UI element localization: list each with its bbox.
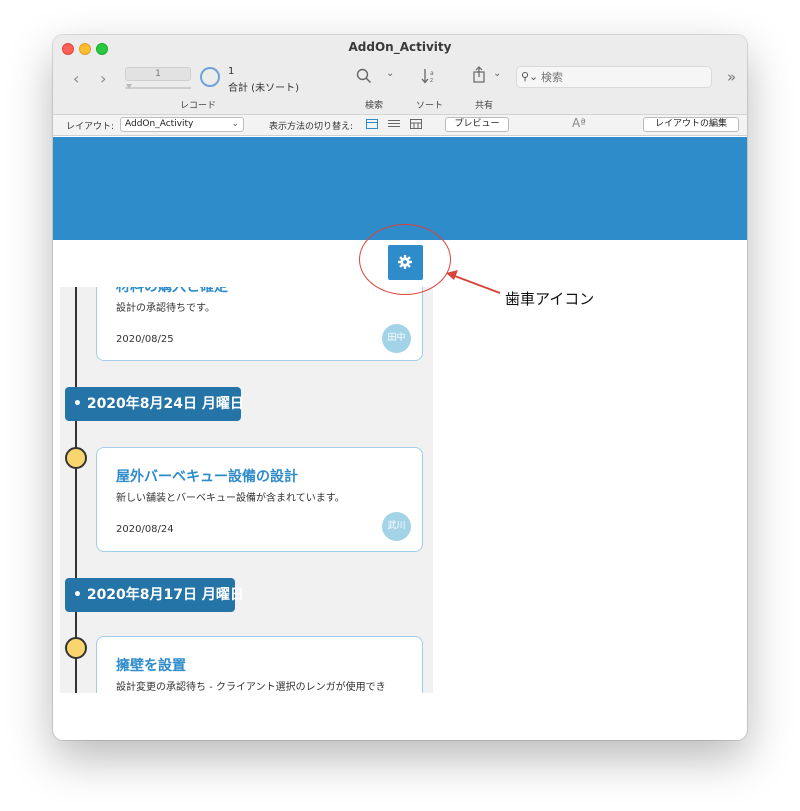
text-formatting-icon[interactable]: Aª [572,116,586,130]
timeline-card[interactable]: 擁壁を設置 設計変更の承認待ち - クライアント選択のレンガが使用でき [96,636,423,693]
search-icon[interactable] [356,68,372,88]
assignee-avatar: 田中 [382,324,411,353]
quick-find-icon: ⚲⌄ [521,70,539,83]
share-label: 共有 [475,101,494,111]
record-slider-thumb[interactable] [126,84,132,90]
svg-text:a: a [430,70,434,77]
share-icon[interactable] [472,66,486,88]
timeline-card[interactable]: 材料の購入と確定 設計の承認待ちです。 2020/08/25 田中 [96,287,423,361]
list-view-icon[interactable] [388,119,400,129]
search-label: 検索 [365,101,384,111]
card-title[interactable]: 材料の購入と確定 [116,287,228,296]
view-switch-label: 表示方法の切り替え: [269,122,354,132]
toolbar-overflow-icon[interactable]: » [727,68,736,86]
edit-layout-button[interactable]: レイアウトの編集 [643,117,739,132]
current-record-field[interactable]: 1 [125,67,191,81]
toolbar: AddOn_Activity ‹ › 1 レコード 1 合計 (未ソート) ⌄ … [53,35,747,115]
record-pie-chart-icon [200,67,220,87]
window-title: AddOn_Activity [348,40,452,54]
record-slider[interactable] [125,87,191,89]
timeline-card[interactable]: 屋外バーベキュー設備の設計 新しい舗装とバーベキュー設備が含まれています。 20… [96,447,423,552]
record-count: 1 [228,66,235,77]
layout-select-value: AddOn_Activity [125,119,194,129]
sort-icon[interactable]: az [421,67,437,89]
app-window: AddOn_Activity ‹ › 1 レコード 1 合計 (未ソート) ⌄ … [53,35,747,740]
annotation-arrow-icon [446,270,501,294]
card-description: 新しい舗装とバーベキュー設備が含まれています。 [116,493,345,504]
date-chip: • 2020年8月24日 月曜日 [65,387,244,421]
table-view-icon[interactable] [410,119,422,129]
sort-label: ソート [416,101,444,111]
assignee-avatar: 武川 [382,512,411,541]
timeline-dot [65,447,87,469]
annotation-highlight-ellipse [359,224,451,295]
card-description: 設計の承認待ちです。 [116,303,215,314]
card-date: 2020/08/24 [116,524,174,535]
quick-find-box[interactable]: ⚲⌄ [516,66,712,88]
layout-bar: レイアウト: AddOn_Activity ⌄ 表示方法の切り替え: プレビュー… [53,115,747,136]
record-label: レコード [180,101,217,111]
card-date: 2020/08/25 [116,334,174,345]
next-record-icon[interactable]: › [100,69,106,88]
search-options-chevron-icon[interactable]: ⌄ [386,68,394,79]
card-title[interactable]: 屋外バーベキュー設備の設計 [116,466,298,486]
card-title[interactable]: 擁壁を設置 [116,655,186,675]
date-chip: • 2020年8月17日 月曜日 [65,578,244,612]
preview-button[interactable]: プレビュー [445,117,509,132]
timeline-dot [65,637,87,659]
record-total: 合計 (未ソート) [228,83,299,94]
select-chevron-icon: ⌄ [231,119,239,129]
layout-select[interactable]: AddOn_Activity ⌄ [120,117,244,132]
card-description: 設計変更の承認待ち - クライアント選択のレンガが使用でき [116,682,386,693]
previous-record-icon[interactable]: ‹ [73,69,79,88]
timeline-line [75,287,77,693]
svg-text:z: z [430,77,433,84]
quick-find-input[interactable] [541,70,701,84]
annotation-label: 歯車アイコン [505,290,595,308]
form-view-icon[interactable] [366,119,378,129]
layout-label: レイアウト: [66,122,115,132]
share-options-chevron-icon[interactable]: ⌄ [493,68,501,79]
timeline-panel[interactable]: 材料の購入と確定 設計の承認待ちです。 2020/08/25 田中 • 2020… [60,287,433,693]
